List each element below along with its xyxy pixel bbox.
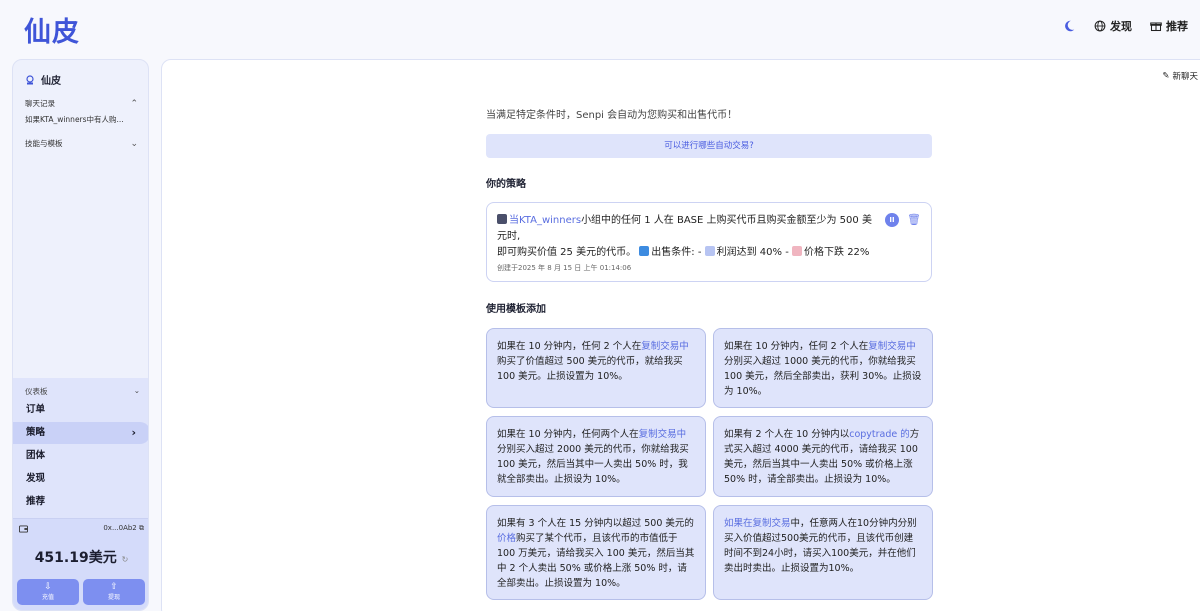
chart-down-icon <box>792 246 803 256</box>
template-link[interactable]: 复制交易中 <box>639 429 687 440</box>
wallet-header: 0x...0Ab2 ⧉ <box>19 524 144 533</box>
template-card[interactable]: 如果有 3 个人在 15 分钟内以超过 500 美元的价格购买了某个代币，且该代… <box>486 505 706 600</box>
group-link[interactable]: KTA_winners <box>519 215 581 226</box>
deposit-button[interactable]: ⇩ 充值 <box>17 579 79 605</box>
sidebar-title: 仙皮 <box>41 76 61 87</box>
template-text: 如果在 10 分钟内，任何 2 个人在 <box>724 341 869 352</box>
chat-history-item[interactable]: 如果KTA_winners中有人购... <box>25 114 143 125</box>
new-chat-button[interactable]: ✎ 新聊天 <box>1162 70 1198 82</box>
pause-icon[interactable]: II <box>885 213 899 227</box>
moon-icon <box>1065 20 1075 32</box>
skills-label: 技能与模板 <box>25 139 63 148</box>
template-text: 分别买入超过 2000 美元的代币，你就给我买 100 美元，然后当其中一人卖出… <box>497 444 689 485</box>
sidebar-brand[interactable]: 仙皮 <box>25 72 61 87</box>
strategy-actions: II 🗑 <box>885 213 921 227</box>
skills-section[interactable]: 技能与模板 ⌄ <box>25 138 138 149</box>
template-text: 如果有 2 个人在 10 分钟内以 <box>724 429 850 440</box>
template-link[interactable]: 复制交易中 <box>641 341 689 352</box>
dashboard-menu: 仪表板 ⌄ 订单 策略 › 团体 发现 推荐 <box>13 378 148 518</box>
template-card[interactable]: 如果在 10 分钟内，任何 2 个人在复制交易中分别买入超过 1000 美元的代… <box>713 328 933 408</box>
strategy-created-date: 创建于2025 年 8 月 15 日 上午 01:14:06 <box>497 264 632 272</box>
wallet-panel: 0x...0Ab2 ⧉ 451.19美元 ↻ ⇩ 充值 ⇧ 提现 <box>13 518 148 610</box>
robot-icon <box>26 74 34 84</box>
chevron-down-icon: ⌄ <box>130 138 138 149</box>
template-text: 购买了价值超过 500 美元的代币，就给我买 100 美元。止损设置为 10%。 <box>497 356 683 382</box>
header-actions: 发现 推荐 <box>1062 18 1188 34</box>
template-card[interactable]: 如果在复制交易中，任意两人在10分钟内分别买入价值超过500美元的代币，且该代币… <box>713 505 933 600</box>
wallet-balance-value: 451.19美元 <box>34 550 117 566</box>
chevron-down-icon: ⌄ <box>133 386 140 395</box>
sidebar: 仙皮 聊天记录 ⌃ 如果KTA_winners中有人购... 技能与模板 ⌄ 仪… <box>12 59 149 611</box>
template-text: 分别买入超过 1000 美元的代币，你就给我买 100 美元，然后全部卖出，获利… <box>724 356 922 397</box>
profit-condition: 利润达到 40% - <box>716 247 789 258</box>
copy-icon[interactable]: ⧉ <box>139 524 144 532</box>
template-card[interactable]: 如果在 10 分钟内，任何两个人在复制交易中分别买入超过 2000 美元的代币，… <box>486 416 706 497</box>
menu-item-groups[interactable]: 团体 <box>13 445 148 467</box>
wallet-address[interactable]: 0x...0Ab2 ⧉ <box>103 524 144 533</box>
new-chat-label: 新聊天 <box>1172 72 1198 82</box>
template-text: 如果在 10 分钟内，任何 2 个人在 <box>497 341 642 352</box>
withdraw-label: 提现 <box>107 594 120 601</box>
drop-condition: 价格下跌 22% <box>804 247 870 258</box>
withdraw-button[interactable]: ⇧ 提现 <box>83 579 145 605</box>
dashboard-label: 仪表板 <box>25 387 48 396</box>
template-link[interactable]: 价格 <box>497 533 516 544</box>
edit-icon: ✎ <box>1162 71 1170 81</box>
menu-item-strategy-label: 策略 <box>26 427 46 438</box>
strategy-description: 当KTA_winners小组中的任何 1 人在 BASE 上购买代币且购买金额至… <box>497 213 877 261</box>
deposit-icon: ⇩ <box>44 582 52 592</box>
chevron-up-icon: ⌃ <box>130 98 138 109</box>
menu-item-strategy[interactable]: 策略 › <box>13 422 148 444</box>
discover-label: 发现 <box>1110 20 1132 33</box>
recommend-label: 推荐 <box>1166 20 1188 33</box>
wallet-icon <box>19 524 28 533</box>
gift-icon <box>1150 22 1162 32</box>
wallet-address-text: 0x...0Ab2 <box>103 524 137 532</box>
app-logo[interactable]: 仙皮 <box>24 10 80 49</box>
templates-heading: 使用模板添加 <box>486 304 546 315</box>
template-card[interactable]: 如果有 2 个人在 10 分钟内以copytrade 的方式买入超过 4000 … <box>713 416 933 497</box>
strategy-heading: 你的策略 <box>486 179 526 190</box>
trash-icon[interactable]: 🗑 <box>907 213 921 227</box>
menu-item-recommend[interactable]: 推荐 <box>13 491 148 513</box>
person-icon <box>497 214 507 224</box>
strategy-card[interactable]: 当KTA_winners小组中的任何 1 人在 BASE 上购买代币且购买金额至… <box>486 202 932 282</box>
intro-text: 当满足特定条件时，Senpi 会自动为您购买和出售代币！ <box>486 110 738 121</box>
top-header: 仙皮 发现 推荐 <box>0 0 1200 58</box>
template-text: 购买了某个代币，且该代币的市值低于 100 万美元，请给我买入 100 美元，然… <box>497 533 695 589</box>
refresh-icon[interactable]: ↻ <box>122 555 129 564</box>
template-link[interactable]: copytrade 的 <box>849 429 910 440</box>
dashboard-header[interactable]: 仪表板 ⌄ <box>25 386 140 397</box>
sell-icon <box>639 246 650 256</box>
deposit-label: 充值 <box>41 594 54 601</box>
withdraw-icon: ⇧ <box>110 582 118 592</box>
globe-icon <box>1094 20 1106 32</box>
template-text: 如果在 10 分钟内，任何两个人在 <box>497 429 639 440</box>
chat-history-label: 聊天记录 <box>25 99 55 108</box>
wallet-balance: 451.19美元 ↻ <box>13 547 148 567</box>
menu-item-discover[interactable]: 发现 <box>13 468 148 490</box>
theme-toggle-button[interactable] <box>1062 19 1076 33</box>
chat-history-section[interactable]: 聊天记录 ⌃ <box>25 98 138 109</box>
recommend-button[interactable]: 推荐 <box>1150 18 1188 34</box>
suggest-button[interactable]: 可以进行哪些自动交易? <box>486 134 932 158</box>
template-link[interactable]: 复制交易中 <box>868 341 916 352</box>
template-text: 如果有 3 个人在 15 分钟内以超过 500 美元的 <box>497 518 694 529</box>
discover-button[interactable]: 发现 <box>1094 18 1132 34</box>
main-panel: ✎ 新聊天 当满足特定条件时，Senpi 会自动为您购买和出售代币！ 可以进行哪… <box>161 59 1200 611</box>
template-card[interactable]: 如果在 10 分钟内，任何 2 个人在复制交易中购买了价值超过 500 美元的代… <box>486 328 706 408</box>
menu-item-orders[interactable]: 订单 <box>13 399 148 421</box>
strategy-prefix: 当 <box>509 215 519 226</box>
strategy-line2: 即可购买价值 25 美元的代币。 <box>497 247 637 258</box>
sell-label: 出售条件: - <box>651 247 702 258</box>
chevron-right-icon: › <box>131 426 136 439</box>
template-link[interactable]: 如果在复制交易 <box>724 518 791 529</box>
chart-up-icon <box>704 246 715 256</box>
